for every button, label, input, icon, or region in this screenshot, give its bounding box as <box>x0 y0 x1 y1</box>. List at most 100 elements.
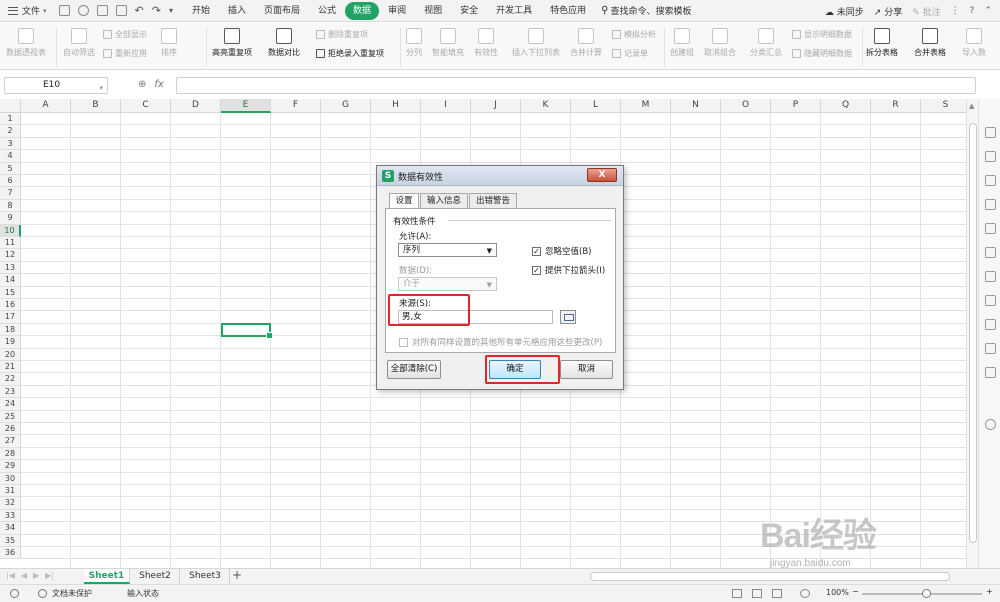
row-header[interactable]: 22 <box>0 373 21 386</box>
tab-page-layout[interactable]: 页面布局 <box>255 2 309 20</box>
page-layout-icon[interactable] <box>752 589 762 598</box>
row-header[interactable]: 30 <box>0 472 21 485</box>
row-header[interactable]: 12 <box>0 249 21 262</box>
show-all-button[interactable]: 全部显示 <box>103 29 147 40</box>
row-header[interactable]: 23 <box>0 385 21 399</box>
scroll-up-icon[interactable]: ▲ <box>969 102 974 110</box>
pivot-table-button[interactable]: 数据透视表 <box>6 28 46 58</box>
row-header[interactable]: 21 <box>0 361 21 374</box>
page-break-icon[interactable] <box>772 589 782 598</box>
protection-status[interactable]: 文档未保护 <box>52 588 92 599</box>
ignore-blank-checkbox[interactable]: ✓ 忽略空值(B) <box>532 245 591 257</box>
sync-status[interactable]: ☁ 未同步 <box>825 5 864 18</box>
zoom-out-icon[interactable]: − <box>852 587 859 596</box>
subtotal-button[interactable]: 分类汇总 <box>750 28 782 58</box>
row-header[interactable]: 14 <box>0 274 21 287</box>
data-compare-button[interactable]: 数据对比 <box>268 28 300 58</box>
validity-button[interactable]: 有效性 <box>474 28 498 58</box>
row-header[interactable]: 2 <box>0 125 21 138</box>
column-header[interactable]: P <box>771 99 821 113</box>
backup-icon[interactable] <box>985 343 996 354</box>
comment-button[interactable]: ✎ 批注 <box>912 5 940 18</box>
import-data-button[interactable]: 导入数 <box>962 28 986 58</box>
next-sheet-icon[interactable]: ▶ <box>33 571 39 580</box>
row-header[interactable]: 27 <box>0 435 21 448</box>
zoom-icon[interactable]: ⊕ <box>138 79 146 90</box>
column-header[interactable]: C <box>121 99 171 113</box>
column-header[interactable]: N <box>671 99 721 113</box>
pen-icon[interactable] <box>985 223 996 234</box>
column-header[interactable]: O <box>721 99 771 113</box>
tab-view[interactable]: 视图 <box>415 2 451 20</box>
history-icon[interactable] <box>985 367 996 378</box>
apply-all-checkbox[interactable]: 对所有同样设置的其他所有单元格应用这些更改(P) <box>399 336 602 348</box>
more-icon[interactable]: ⋮ <box>951 6 960 16</box>
reapply-button[interactable]: 重新应用 <box>103 48 147 59</box>
chart-icon[interactable] <box>985 319 996 330</box>
command-search[interactable]: ⚲ 查找命令、搜索模板 <box>601 4 691 17</box>
tab-security[interactable]: 安全 <box>451 2 487 20</box>
reject-duplicates-button[interactable]: 拒绝录入重复项 <box>316 48 384 59</box>
row-header[interactable]: 18 <box>0 323 21 337</box>
row-header[interactable]: 35 <box>0 534 21 547</box>
cancel-button[interactable]: 取消 <box>560 360 613 379</box>
row-header[interactable]: 3 <box>0 137 21 151</box>
cloud-doc-icon[interactable] <box>985 271 996 282</box>
hide-detail-button[interactable]: 隐藏明细数据 <box>792 48 852 59</box>
tab-insert[interactable]: 插入 <box>219 2 255 20</box>
column-header[interactable]: S <box>921 99 966 113</box>
tab-features[interactable]: 特色应用 <box>541 2 595 20</box>
column-header[interactable]: B <box>71 99 121 113</box>
active-cell[interactable] <box>221 323 273 339</box>
sliders-icon[interactable] <box>985 175 996 186</box>
ungroup-button[interactable]: 取消组合 <box>704 28 736 58</box>
row-header[interactable]: 36 <box>0 547 21 560</box>
consolidate-button[interactable]: 合并计算 <box>570 28 602 58</box>
row-header[interactable]: 25 <box>0 410 21 423</box>
add-sheet-button[interactable]: + <box>232 568 242 582</box>
row-header[interactable]: 26 <box>0 423 21 436</box>
column-header[interactable]: H <box>371 99 421 113</box>
name-box[interactable]: E10 ▾ <box>4 77 108 94</box>
tab-formulas[interactable]: 公式 <box>309 2 345 20</box>
print-preview-icon[interactable] <box>115 5 127 16</box>
row-header[interactable]: 31 <box>0 485 21 498</box>
column-header[interactable]: E <box>221 99 271 113</box>
column-header[interactable]: J <box>471 99 521 113</box>
split-table-button[interactable]: 拆分表格 <box>866 28 898 58</box>
sort-button[interactable]: 排序 <box>161 28 177 58</box>
in-cell-dropdown-checkbox[interactable]: ✓ 提供下拉箭头(I) <box>532 264 605 276</box>
customize-icon[interactable]: ▾ <box>169 6 173 15</box>
autofilter-button[interactable]: 自动筛选 <box>63 28 95 58</box>
row-header[interactable]: 6 <box>0 175 21 188</box>
formula-input[interactable] <box>176 77 976 94</box>
row-header[interactable]: 4 <box>0 150 21 163</box>
row-header[interactable]: 5 <box>0 162 21 175</box>
column-header[interactable]: D <box>171 99 221 113</box>
tab-input-message[interactable]: 输入信息 <box>420 193 468 208</box>
column-header[interactable]: G <box>321 99 371 113</box>
first-sheet-icon[interactable]: |◀ <box>6 571 15 580</box>
row-header[interactable]: 29 <box>0 460 21 473</box>
column-header[interactable]: Q <box>821 99 871 113</box>
tab-settings[interactable]: 设置 <box>389 193 419 209</box>
shape-icon[interactable] <box>985 151 996 162</box>
row-header[interactable]: 24 <box>0 398 21 411</box>
column-header[interactable]: I <box>421 99 471 113</box>
zoom-slider-handle[interactable] <box>922 589 931 598</box>
column-header[interactable]: L <box>571 99 621 113</box>
row-header[interactable]: 32 <box>0 497 21 510</box>
record-form-button[interactable]: 记录单 <box>612 48 648 59</box>
insert-dropdown-button[interactable]: 插入下拉列表 <box>512 28 560 58</box>
what-if-button[interactable]: 模拟分析 <box>612 29 656 40</box>
style-icon[interactable] <box>985 199 996 210</box>
sheet-tab-sheet2[interactable]: Sheet2 <box>131 569 180 584</box>
image-icon[interactable] <box>985 247 996 258</box>
undo-icon[interactable]: ↶ <box>135 4 144 17</box>
highlight-duplicates-button[interactable]: 高亮重复项 <box>212 28 252 58</box>
clock-icon[interactable] <box>985 419 996 430</box>
dialog-titlebar[interactable]: S 数据有效性 X <box>377 166 623 186</box>
file-menu[interactable]: 文件 ▾ <box>0 0 53 22</box>
sheet-tab-sheet3[interactable]: Sheet3 <box>181 569 230 584</box>
column-header[interactable]: M <box>621 99 671 113</box>
